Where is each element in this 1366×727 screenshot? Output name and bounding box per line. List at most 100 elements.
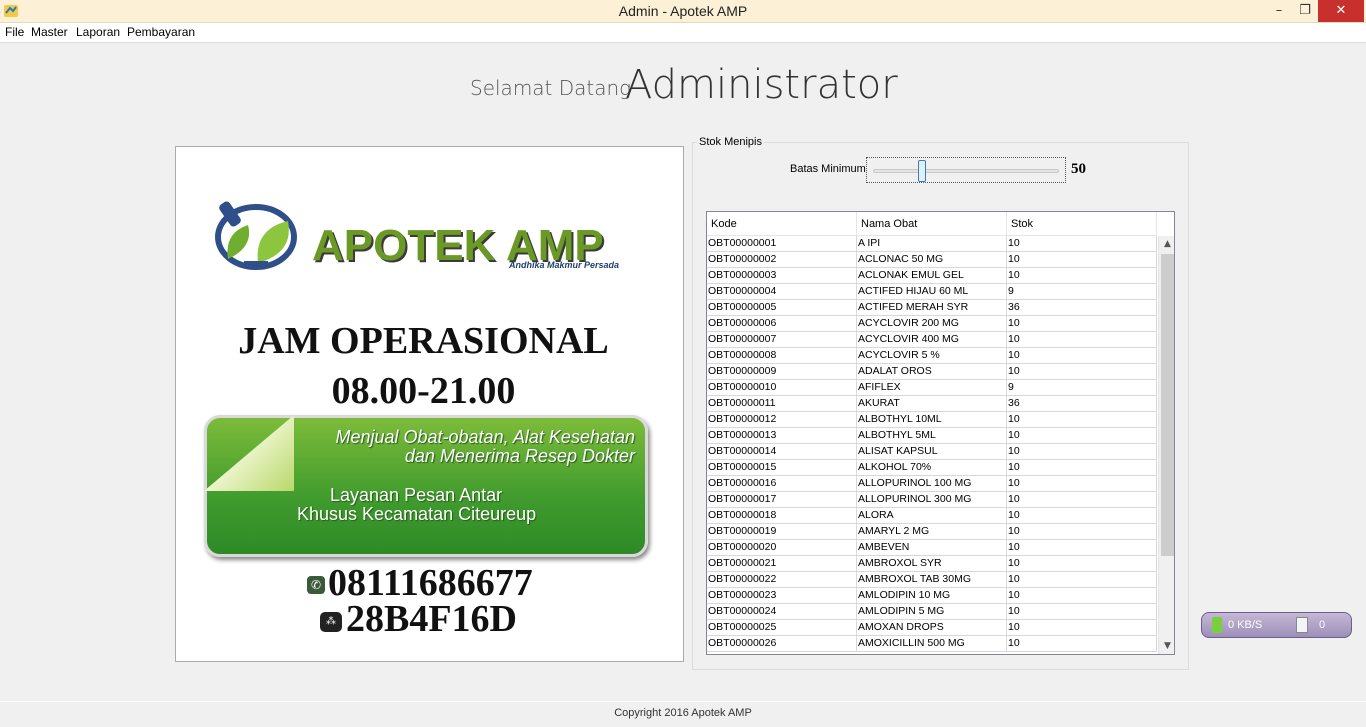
table-row[interactable]: OBT00000014 ALISAT KAPSUL 10: [707, 444, 1157, 460]
table-row[interactable]: OBT00000013 ALBOTHYL 5ML 10: [707, 428, 1157, 444]
table-row[interactable]: OBT00000015 ALKOHOL 70% 10: [707, 460, 1157, 476]
table-row[interactable]: OBT00000019 AMARYL 2 MG 10: [707, 524, 1157, 540]
table-row[interactable]: OBT00000020 AMBEVEN 10: [707, 540, 1157, 556]
cell-kode: OBT00000022: [707, 572, 857, 588]
bbm-icon: ⁂: [320, 612, 342, 632]
cell-kode: OBT00000003: [707, 268, 857, 284]
cell-nama-obat: ACLONAK EMUL GEL: [857, 268, 1007, 284]
table-row[interactable]: OBT00000010 AFIFLEX 9: [707, 380, 1157, 396]
cell-nama-obat: AMLODIPIN 10 MG: [857, 588, 1007, 604]
cell-kode: OBT00000021: [707, 556, 857, 572]
slider-thumb[interactable]: [918, 160, 926, 182]
menu-laporan[interactable]: Laporan: [76, 25, 120, 39]
banner-text-3: Layanan Pesan Antar: [330, 485, 503, 505]
table-row[interactable]: OBT00000009 ADALAT OROS 10: [707, 364, 1157, 380]
cell-nama-obat: AMOXAN DROPS: [857, 620, 1007, 636]
cell-nama-obat: AKURAT: [857, 396, 1007, 412]
cell-kode: OBT00000007: [707, 332, 857, 348]
scroll-up-icon[interactable]: ▲: [1159, 236, 1174, 253]
minimize-button[interactable]: –: [1268, 0, 1290, 22]
table-row[interactable]: OBT00000021 AMBROXOL SYR 10: [707, 556, 1157, 572]
column-header-kode[interactable]: Kode: [707, 212, 857, 236]
table-row[interactable]: OBT00000017 ALLOPURINOL 300 MG 10: [707, 492, 1157, 508]
network-meter-widget[interactable]: 0 KB/S 0: [1201, 612, 1352, 638]
table-row[interactable]: OBT00000005 ACTIFED MERAH SYR 36: [707, 300, 1157, 316]
table-row[interactable]: OBT00000003 ACLONAK EMUL GEL 10: [707, 268, 1157, 284]
cell-nama-obat: ACYCLOVIR 5 %: [857, 348, 1007, 364]
minimum-limit-label: Batas Minimum: [790, 163, 866, 175]
table-row[interactable]: OBT00000022 AMBROXOL TAB 30MG 10: [707, 572, 1157, 588]
menu-file[interactable]: File: [5, 25, 24, 39]
cell-kode: OBT00000026: [707, 636, 857, 652]
cell-nama-obat: ACLONAC 50 MG: [857, 252, 1007, 268]
cell-stok: 10: [1007, 428, 1157, 444]
table-row[interactable]: OBT00000012 ALBOTHYL 10ML 10: [707, 412, 1157, 428]
column-header-nama-obat[interactable]: Nama Obat: [857, 212, 1007, 236]
cell-nama-obat: ACYCLOVIR 400 MG: [857, 332, 1007, 348]
cell-kode: OBT00000012: [707, 412, 857, 428]
cell-kode: OBT00000024: [707, 604, 857, 620]
table-row[interactable]: OBT00000001 A IPI 10: [707, 236, 1157, 252]
footer-divider: [0, 701, 1366, 702]
table-row[interactable]: OBT00000024 AMLODIPIN 5 MG 10: [707, 604, 1157, 620]
table-row[interactable]: OBT00000018 ALORA 10: [707, 508, 1157, 524]
cell-stok: 9: [1007, 284, 1157, 300]
cell-stok: 10: [1007, 444, 1157, 460]
table-row[interactable]: OBT00000006 ACYCLOVIR 200 MG 10: [707, 316, 1157, 332]
cell-kode: OBT00000018: [707, 508, 857, 524]
cell-stok: 10: [1007, 252, 1157, 268]
table-row[interactable]: OBT00000011 AKURAT 36: [707, 396, 1157, 412]
cell-kode: OBT00000002: [707, 252, 857, 268]
cell-nama-obat: ALISAT KAPSUL: [857, 444, 1007, 460]
window-title: Admin - Apotek AMP: [618, 3, 748, 19]
column-header-stok[interactable]: Stok: [1007, 212, 1157, 236]
cell-nama-obat: ALLOPURINOL 300 MG: [857, 492, 1007, 508]
table-row[interactable]: OBT00000004 ACTIFED HIJAU 60 ML 9: [707, 284, 1157, 300]
cell-nama-obat: ALLOPURINOL 100 MG: [857, 476, 1007, 492]
low-stock-table[interactable]: Kode Nama Obat Stok OBT00000001 A IPI 10 OB…: [706, 211, 1175, 655]
cell-nama-obat: ALBOTHYL 10ML: [857, 412, 1007, 428]
cell-kode: OBT00000014: [707, 444, 857, 460]
menu-master[interactable]: Master: [31, 25, 68, 39]
cell-nama-obat: AMBEVEN: [857, 540, 1007, 556]
cell-stok: 36: [1007, 300, 1157, 316]
cell-stok: 10: [1007, 508, 1157, 524]
download-count: 0: [1319, 619, 1326, 631]
title-bar: Admin - Apotek AMP – ❐ ✕: [0, 0, 1366, 23]
cell-nama-obat: ACTIFED HIJAU 60 ML: [857, 284, 1007, 300]
scroll-thumb[interactable]: [1161, 254, 1174, 556]
table-row[interactable]: OBT00000008 ACYCLOVIR 5 % 10: [707, 348, 1157, 364]
cell-stok: 36: [1007, 396, 1157, 412]
cell-nama-obat: ACYCLOVIR 200 MG: [857, 316, 1007, 332]
cell-stok: 10: [1007, 348, 1157, 364]
scroll-down-icon[interactable]: ▼: [1159, 638, 1174, 654]
table-row[interactable]: OBT00000007 ACYCLOVIR 400 MG 10: [707, 332, 1157, 348]
table-row[interactable]: OBT00000025 AMOXAN DROPS 10: [707, 620, 1157, 636]
cell-stok: 10: [1007, 636, 1157, 652]
cell-kode: OBT00000009: [707, 364, 857, 380]
cell-stok: 9: [1007, 380, 1157, 396]
cell-stok: 10: [1007, 268, 1157, 284]
cell-nama-obat: ALKOHOL 70%: [857, 460, 1007, 476]
operational-poster: APOTEK AMP Andhika Makmur Persada JAM OP…: [175, 146, 684, 662]
menu-pembayaran[interactable]: Pembayaran: [127, 25, 195, 39]
table-row[interactable]: OBT00000016 ALLOPURINOL 100 MG 10: [707, 476, 1157, 492]
cell-kode: OBT00000006: [707, 316, 857, 332]
maximize-button[interactable]: ❐: [1294, 0, 1316, 22]
table-body: OBT00000001 A IPI 10 OBT00000002 ACLONAC 50 …: [707, 236, 1157, 652]
cell-nama-obat: AMBROXOL TAB 30MG: [857, 572, 1007, 588]
cell-kode: OBT00000019: [707, 524, 857, 540]
cell-kode: OBT00000004: [707, 284, 857, 300]
table-row[interactable]: OBT00000026 AMOXICILLIN 500 MG 10: [707, 636, 1157, 652]
table-row[interactable]: OBT00000023 AMLODIPIN 10 MG 10: [707, 588, 1157, 604]
cell-nama-obat: AMBROXOL SYR: [857, 556, 1007, 572]
mortar-pestle-leaf-icon: [215, 201, 297, 270]
cell-stok: 10: [1007, 236, 1157, 252]
minimum-limit-slider[interactable]: [866, 157, 1066, 183]
cell-nama-obat: AMOXICILLIN 500 MG: [857, 636, 1007, 652]
cell-kode: OBT00000001: [707, 236, 857, 252]
table-row[interactable]: OBT00000002 ACLONAC 50 MG 10: [707, 252, 1157, 268]
close-button[interactable]: ✕: [1318, 0, 1364, 22]
table-scrollbar[interactable]: ▲ ▼: [1158, 236, 1174, 654]
cell-kode: OBT00000008: [707, 348, 857, 364]
